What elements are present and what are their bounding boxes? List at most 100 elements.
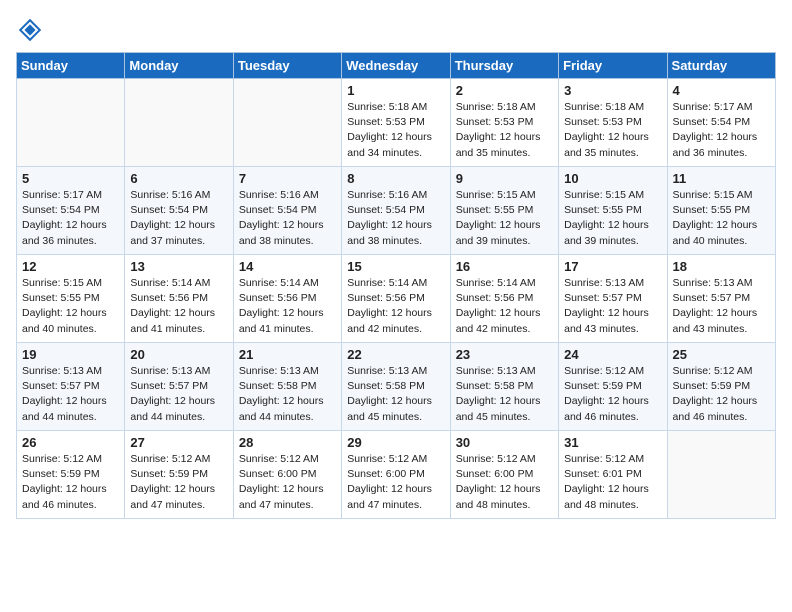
day-info: Sunrise: 5:12 AM Sunset: 5:59 PM Dayligh…	[564, 364, 661, 425]
day-number: 23	[456, 347, 553, 362]
day-number: 21	[239, 347, 336, 362]
day-number: 31	[564, 435, 661, 450]
calendar-day-header: Friday	[559, 53, 667, 79]
day-number: 1	[347, 83, 444, 98]
day-info: Sunrise: 5:18 AM Sunset: 5:53 PM Dayligh…	[564, 100, 661, 161]
calendar-week-row: 26 Sunrise: 5:12 AM Sunset: 5:59 PM Dayli…	[17, 431, 776, 519]
calendar-day-header: Thursday	[450, 53, 558, 79]
day-number: 26	[22, 435, 119, 450]
calendar-cell: 15 Sunrise: 5:14 AM Sunset: 5:56 PM Dayli…	[342, 255, 450, 343]
calendar-week-row: 12 Sunrise: 5:15 AM Sunset: 5:55 PM Dayli…	[17, 255, 776, 343]
calendar-header-row: SundayMondayTuesdayWednesdayThursdayFrid…	[17, 53, 776, 79]
calendar-cell: 10 Sunrise: 5:15 AM Sunset: 5:55 PM Dayli…	[559, 167, 667, 255]
day-number: 14	[239, 259, 336, 274]
calendar-cell	[125, 79, 233, 167]
day-number: 12	[22, 259, 119, 274]
calendar-day-header: Tuesday	[233, 53, 341, 79]
calendar-cell: 1 Sunrise: 5:18 AM Sunset: 5:53 PM Daylig…	[342, 79, 450, 167]
calendar-cell: 28 Sunrise: 5:12 AM Sunset: 6:00 PM Dayli…	[233, 431, 341, 519]
day-number: 16	[456, 259, 553, 274]
calendar-week-row: 1 Sunrise: 5:18 AM Sunset: 5:53 PM Daylig…	[17, 79, 776, 167]
day-info: Sunrise: 5:12 AM Sunset: 6:00 PM Dayligh…	[347, 452, 444, 513]
calendar-cell: 2 Sunrise: 5:18 AM Sunset: 5:53 PM Daylig…	[450, 79, 558, 167]
day-info: Sunrise: 5:12 AM Sunset: 5:59 PM Dayligh…	[130, 452, 227, 513]
day-info: Sunrise: 5:13 AM Sunset: 5:57 PM Dayligh…	[564, 276, 661, 337]
calendar-week-row: 5 Sunrise: 5:17 AM Sunset: 5:54 PM Daylig…	[17, 167, 776, 255]
calendar-week-row: 19 Sunrise: 5:13 AM Sunset: 5:57 PM Dayli…	[17, 343, 776, 431]
day-number: 13	[130, 259, 227, 274]
calendar-cell: 7Sunrise: 5:16 AM Sunset: 5:54 PM Daylig…	[233, 167, 341, 255]
day-number: 24	[564, 347, 661, 362]
calendar-cell: 21 Sunrise: 5:13 AM Sunset: 5:58 PM Dayli…	[233, 343, 341, 431]
calendar-cell: 25Sunrise: 5:12 AM Sunset: 5:59 PM Dayli…	[667, 343, 775, 431]
calendar-cell: 20Sunrise: 5:13 AM Sunset: 5:57 PM Dayli…	[125, 343, 233, 431]
calendar-cell: 22 Sunrise: 5:13 AM Sunset: 5:58 PM Dayli…	[342, 343, 450, 431]
calendar-cell	[233, 79, 341, 167]
day-info: Sunrise: 5:14 AM Sunset: 5:56 PM Dayligh…	[347, 276, 444, 337]
calendar-cell: 11 Sunrise: 5:15 AM Sunset: 5:55 PM Dayli…	[667, 167, 775, 255]
calendar-cell: 31Sunrise: 5:12 AM Sunset: 6:01 PM Dayli…	[559, 431, 667, 519]
day-number: 9	[456, 171, 553, 186]
calendar-cell: 27 Sunrise: 5:12 AM Sunset: 5:59 PM Dayli…	[125, 431, 233, 519]
day-info: Sunrise: 5:14 AM Sunset: 5:56 PM Dayligh…	[239, 276, 336, 337]
calendar-cell: 16 Sunrise: 5:14 AM Sunset: 5:56 PM Dayli…	[450, 255, 558, 343]
calendar-cell: 6 Sunrise: 5:16 AM Sunset: 5:54 PM Daylig…	[125, 167, 233, 255]
calendar-cell: 30Sunrise: 5:12 AM Sunset: 6:00 PM Dayli…	[450, 431, 558, 519]
calendar-cell: 12 Sunrise: 5:15 AM Sunset: 5:55 PM Dayli…	[17, 255, 125, 343]
day-number: 6	[130, 171, 227, 186]
calendar-day-header: Saturday	[667, 53, 775, 79]
day-info: Sunrise: 5:16 AM Sunset: 5:54 PM Dayligh…	[347, 188, 444, 249]
day-number: 28	[239, 435, 336, 450]
day-info: Sunrise: 5:17 AM Sunset: 5:54 PM Dayligh…	[673, 100, 770, 161]
day-info: Sunrise: 5:16 AM Sunset: 5:54 PM Dayligh…	[239, 188, 336, 249]
day-info: Sunrise: 5:12 AM Sunset: 5:59 PM Dayligh…	[22, 452, 119, 513]
day-number: 11	[673, 171, 770, 186]
calendar-cell: 9 Sunrise: 5:15 AM Sunset: 5:55 PM Daylig…	[450, 167, 558, 255]
day-info: Sunrise: 5:13 AM Sunset: 5:57 PM Dayligh…	[22, 364, 119, 425]
day-info: Sunrise: 5:15 AM Sunset: 5:55 PM Dayligh…	[456, 188, 553, 249]
day-info: Sunrise: 5:17 AM Sunset: 5:54 PM Dayligh…	[22, 188, 119, 249]
calendar-day-header: Monday	[125, 53, 233, 79]
day-info: Sunrise: 5:18 AM Sunset: 5:53 PM Dayligh…	[347, 100, 444, 161]
calendar-cell: 14 Sunrise: 5:14 AM Sunset: 5:56 PM Dayli…	[233, 255, 341, 343]
calendar-table: SundayMondayTuesdayWednesdayThursdayFrid…	[16, 52, 776, 519]
logo-icon	[16, 16, 44, 44]
day-info: Sunrise: 5:13 AM Sunset: 5:58 PM Dayligh…	[347, 364, 444, 425]
calendar-cell: 18Sunrise: 5:13 AM Sunset: 5:57 PM Dayli…	[667, 255, 775, 343]
day-info: Sunrise: 5:15 AM Sunset: 5:55 PM Dayligh…	[673, 188, 770, 249]
day-number: 22	[347, 347, 444, 362]
calendar-cell: 26 Sunrise: 5:12 AM Sunset: 5:59 PM Dayli…	[17, 431, 125, 519]
day-number: 20	[130, 347, 227, 362]
day-number: 2	[456, 83, 553, 98]
day-info: Sunrise: 5:13 AM Sunset: 5:58 PM Dayligh…	[456, 364, 553, 425]
day-number: 10	[564, 171, 661, 186]
calendar-cell	[17, 79, 125, 167]
page-header	[16, 16, 776, 44]
day-number: 8	[347, 171, 444, 186]
day-info: Sunrise: 5:14 AM Sunset: 5:56 PM Dayligh…	[130, 276, 227, 337]
day-info: Sunrise: 5:15 AM Sunset: 5:55 PM Dayligh…	[564, 188, 661, 249]
day-info: Sunrise: 5:16 AM Sunset: 5:54 PM Dayligh…	[130, 188, 227, 249]
day-info: Sunrise: 5:13 AM Sunset: 5:58 PM Dayligh…	[239, 364, 336, 425]
logo	[16, 16, 48, 44]
day-number: 5	[22, 171, 119, 186]
day-info: Sunrise: 5:12 AM Sunset: 6:00 PM Dayligh…	[456, 452, 553, 513]
day-info: Sunrise: 5:13 AM Sunset: 5:57 PM Dayligh…	[673, 276, 770, 337]
day-number: 15	[347, 259, 444, 274]
calendar-cell: 29Sunrise: 5:12 AM Sunset: 6:00 PM Dayli…	[342, 431, 450, 519]
calendar-day-header: Wednesday	[342, 53, 450, 79]
day-info: Sunrise: 5:12 AM Sunset: 6:00 PM Dayligh…	[239, 452, 336, 513]
day-number: 17	[564, 259, 661, 274]
day-info: Sunrise: 5:15 AM Sunset: 5:55 PM Dayligh…	[22, 276, 119, 337]
day-info: Sunrise: 5:18 AM Sunset: 5:53 PM Dayligh…	[456, 100, 553, 161]
calendar-cell: 23 Sunrise: 5:13 AM Sunset: 5:58 PM Dayli…	[450, 343, 558, 431]
calendar-cell: 5 Sunrise: 5:17 AM Sunset: 5:54 PM Daylig…	[17, 167, 125, 255]
calendar-cell: 17 Sunrise: 5:13 AM Sunset: 5:57 PM Dayli…	[559, 255, 667, 343]
day-info: Sunrise: 5:14 AM Sunset: 5:56 PM Dayligh…	[456, 276, 553, 337]
day-number: 27	[130, 435, 227, 450]
day-number: 19	[22, 347, 119, 362]
day-info: Sunrise: 5:12 AM Sunset: 5:59 PM Dayligh…	[673, 364, 770, 425]
calendar-cell: 19 Sunrise: 5:13 AM Sunset: 5:57 PM Dayli…	[17, 343, 125, 431]
calendar-cell: 3 Sunrise: 5:18 AM Sunset: 5:53 PM Daylig…	[559, 79, 667, 167]
day-number: 3	[564, 83, 661, 98]
